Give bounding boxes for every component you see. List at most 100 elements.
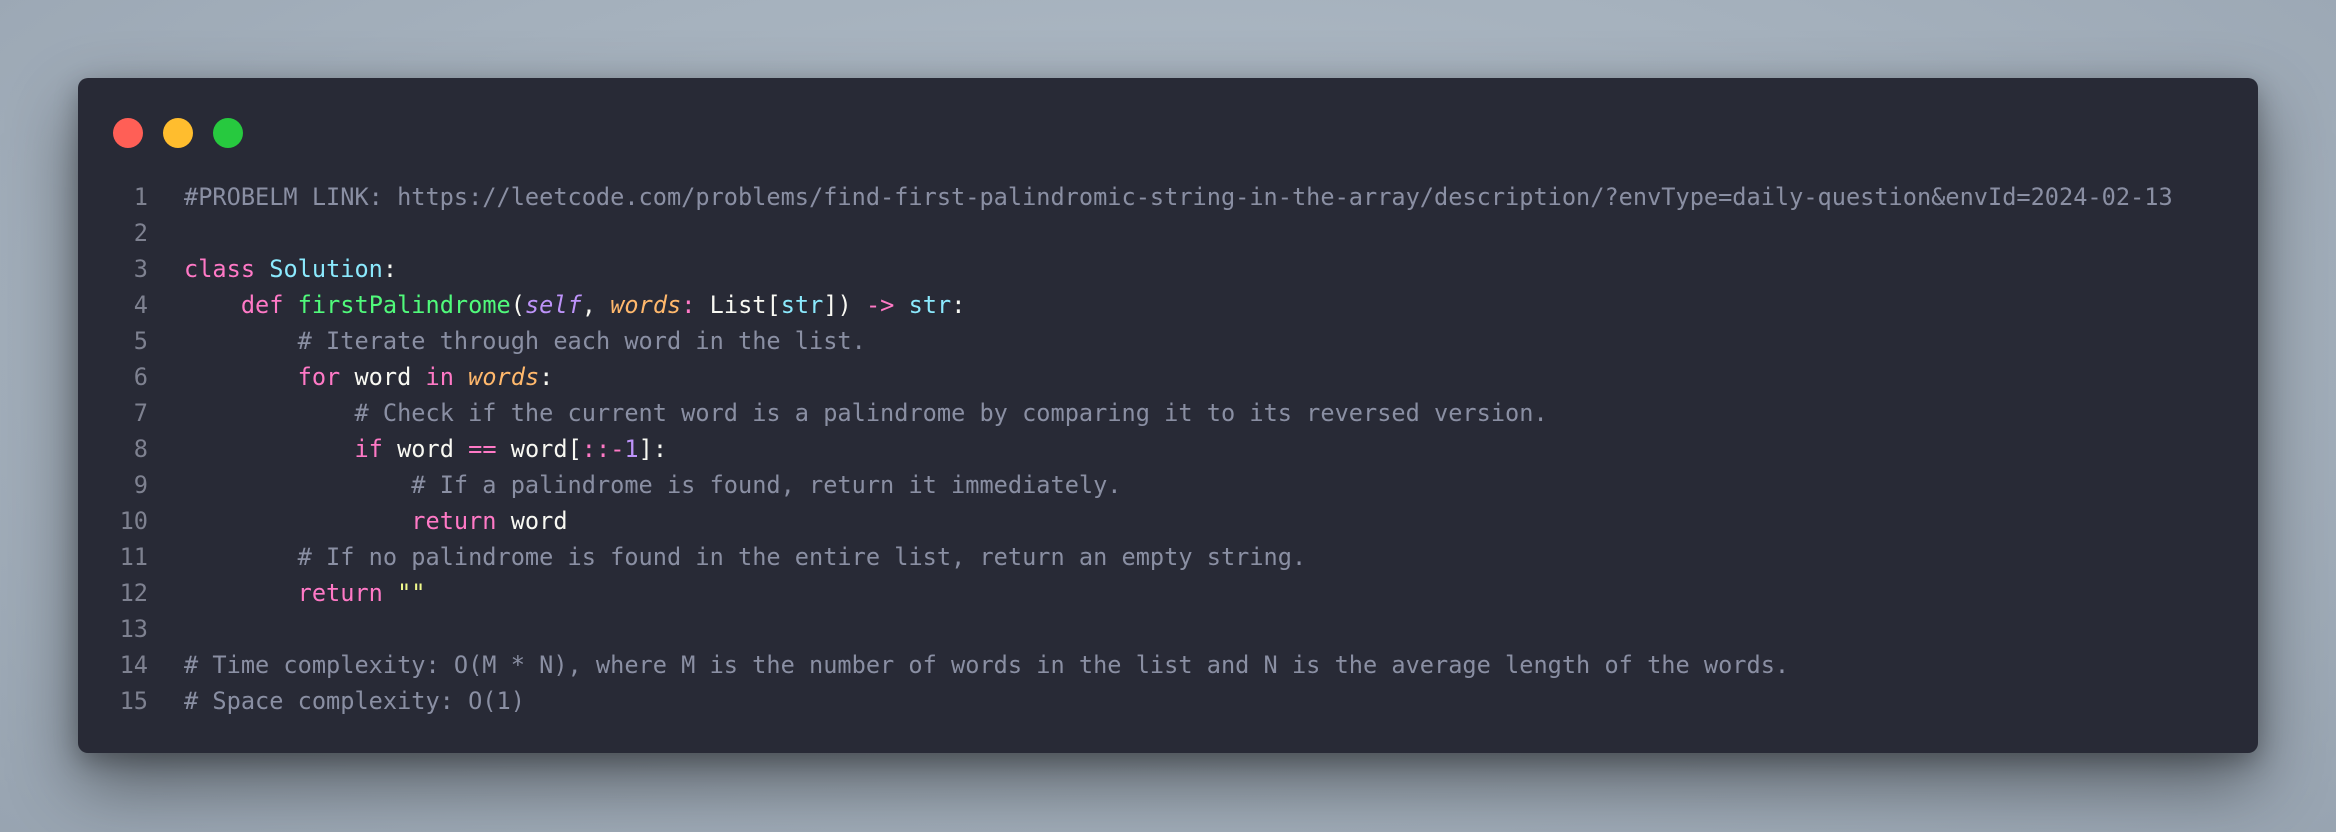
code-line: 10 return word (78, 503, 2258, 539)
line-number: 11 (119, 543, 148, 571)
code-window: 1 #PROBELM LINK: https://leetcode.com/pro… (78, 78, 2258, 753)
code-token: return (411, 507, 497, 535)
code-token: # Iterate through each word in the list. (297, 327, 866, 355)
line-source: #PROBELM LINK: https://leetcode.com/prob… (184, 179, 2258, 215)
code-token: "" (397, 579, 426, 607)
close-dot[interactable] (113, 118, 143, 148)
minimize-dot[interactable] (163, 118, 193, 148)
line-source: class Solution: (184, 251, 2258, 287)
line-number: 3 (133, 255, 148, 283)
code-line: 12 return "" (78, 575, 2258, 611)
code-token: # If no palindrome is found in the entir… (297, 543, 1307, 571)
line-number: 10 (119, 507, 148, 535)
line-source: # Check if the current word is a palindr… (184, 395, 2258, 431)
code-line: 4 def firstPalindrome(self, words: List[… (78, 287, 2258, 323)
code-token: firstPalindrome (297, 291, 511, 319)
code-token: # Time complexity: O(M * N), where M is … (184, 651, 1790, 679)
code-token: in (425, 363, 454, 391)
code-token: 1 (624, 435, 639, 463)
code-token: word (382, 435, 469, 463)
code-token: if (354, 435, 383, 463)
line-source: if word == word[::-1]: (184, 431, 2258, 467)
window-controls (113, 118, 243, 148)
code-token: -> (865, 291, 895, 319)
line-source: return "" (184, 575, 2258, 611)
code-token: ( (510, 291, 525, 319)
line-number: 1 (133, 183, 148, 211)
code-line: 13 (78, 611, 2258, 647)
code-token: # Check if the current word is a palindr… (354, 399, 1548, 427)
code-token: def (240, 291, 284, 319)
code-token: : (951, 291, 966, 319)
code-line: 3 class Solution: (78, 251, 2258, 287)
line-source: def firstPalindrome(self, words: List[st… (184, 287, 2258, 323)
code-token: ]: (638, 435, 668, 463)
line-number: 12 (119, 579, 148, 607)
code-token: self (524, 291, 582, 319)
code-token: words (468, 363, 540, 391)
maximize-dot[interactable] (213, 118, 243, 148)
line-source: for word in words: (184, 359, 2258, 395)
code-token: : (539, 363, 554, 391)
line-number: 7 (133, 399, 148, 427)
code-token: word (340, 363, 426, 391)
code-token: for (297, 363, 341, 391)
code-line: 9 # If a palindrome is found, return it … (78, 467, 2258, 503)
line-source: return word (184, 503, 2258, 539)
line-number: 9 (133, 471, 148, 499)
line-source: # Space complexity: O(1) (184, 683, 2258, 719)
code-line: 5 # Iterate through each word in the lis… (78, 323, 2258, 359)
code-line: 15 # Space complexity: O(1) (78, 683, 2258, 719)
line-number: 15 (119, 687, 148, 715)
code-line: 14 # Time complexity: O(M * N), where M i… (78, 647, 2258, 683)
code-line: 7 # Check if the current word is a palin… (78, 395, 2258, 431)
line-number: 8 (133, 435, 148, 463)
line-number: 6 (133, 363, 148, 391)
code-token: word (496, 507, 568, 535)
line-source: # If no palindrome is found in the entir… (184, 539, 2258, 575)
code-token: ]) (823, 291, 866, 319)
code-token: : (681, 291, 696, 319)
code-token: #PROBELM LINK: https://leetcode.com/prob… (184, 183, 2173, 211)
code-token: # Space complexity: O(1) (184, 687, 525, 715)
line-source: # Time complexity: O(M * N), where M is … (184, 647, 2258, 683)
line-number: 4 (133, 291, 148, 319)
code-editor: 1 #PROBELM LINK: https://leetcode.com/pro… (78, 179, 2258, 719)
code-token: == (468, 435, 497, 463)
code-token: str (780, 291, 824, 319)
code-token: return (297, 579, 383, 607)
code-token: , (581, 291, 611, 319)
code-token: words (610, 291, 682, 319)
code-token: str (908, 291, 952, 319)
code-line: 11 # If no palindrome is found in the en… (78, 539, 2258, 575)
code-token: :: (581, 435, 611, 463)
code-token: : (382, 255, 398, 283)
code-token: word[ (496, 435, 582, 463)
line-source: # Iterate through each word in the list. (184, 323, 2258, 359)
line-number: 2 (133, 219, 148, 247)
code-token: Solution (269, 255, 383, 283)
code-token: List[ (695, 291, 781, 319)
line-source (184, 611, 2258, 647)
code-line: 8 if word == word[::-1]: (78, 431, 2258, 467)
code-line: 2 (78, 215, 2258, 251)
code-token: class (184, 255, 256, 283)
code-token: # If a palindrome is found, return it im… (411, 471, 1122, 499)
line-number: 14 (119, 651, 148, 679)
line-source (184, 215, 2258, 251)
code-line: 6 for word in words: (78, 359, 2258, 395)
